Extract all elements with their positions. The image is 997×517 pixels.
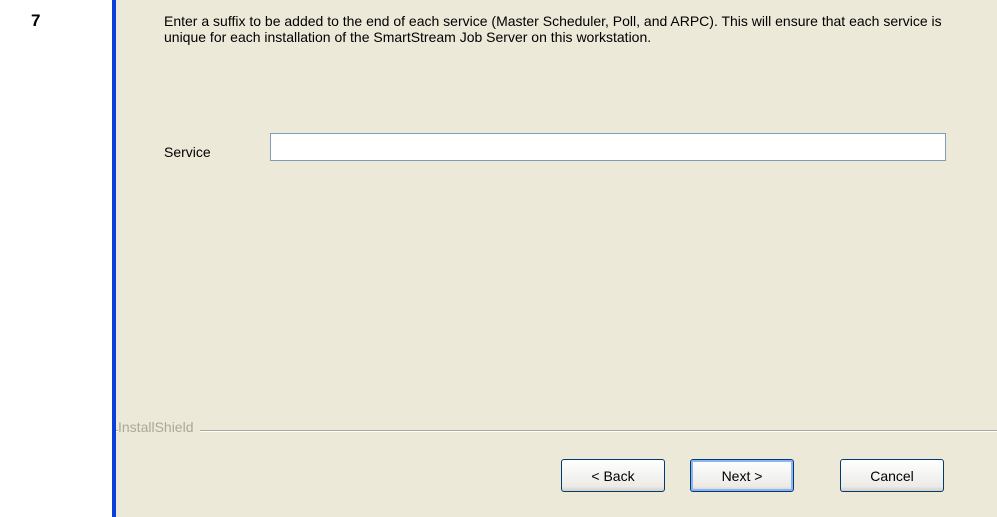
cancel-button[interactable]: Cancel [840, 459, 944, 492]
back-button[interactable]: < Back [561, 459, 665, 492]
installshield-label: InstallShield [118, 419, 200, 435]
step-number: 7 [31, 11, 41, 30]
instruction-text: Enter a suffix to be added to the end of… [164, 13, 942, 45]
service-input[interactable] [270, 133, 946, 161]
installer-dialog: Enter a suffix to be added to the end of… [112, 0, 997, 517]
installshield-separator: InstallShield [116, 419, 997, 438]
divider [116, 430, 997, 432]
next-button[interactable]: Next > [690, 459, 794, 492]
service-label: Service [164, 144, 211, 160]
